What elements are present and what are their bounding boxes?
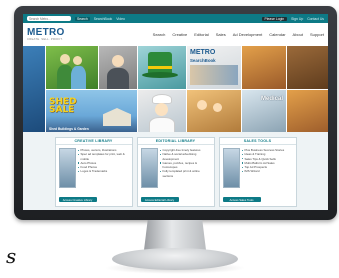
nav-support[interactable]: Support (310, 32, 324, 37)
access-sales-button[interactable]: Access Sales Tools (222, 197, 261, 202)
person-head (197, 100, 207, 110)
searchbook-cover-image (190, 65, 238, 85)
signup-link[interactable]: Sign Up (291, 17, 303, 21)
list-item: Games, puzzles, recipes & horoscopes (159, 161, 211, 170)
list-item: Spec ad templates for print, web & mobil… (77, 152, 129, 161)
sales-thumbnail (222, 148, 240, 188)
nav-ad-development[interactable]: Ad Development (233, 32, 263, 37)
list-item: Native & social advertising development (159, 152, 211, 161)
person-body (149, 117, 175, 133)
feature-list: Photos, vectors, illustrations Spec ad t… (77, 148, 129, 188)
person-head (112, 55, 124, 67)
list-item: IMS Wizard (241, 169, 293, 173)
card-title: CREATIVE LIBRARY (55, 138, 132, 145)
sales-tools-card: SALES TOOLS Plus Business Success Storie… (218, 137, 297, 207)
hero-tile-searchbook[interactable]: METRO SearchBook (187, 46, 241, 89)
hero-tile-shed-sale[interactable]: SHED SALE Shed Buildings & Garden (46, 90, 137, 133)
nav-sales[interactable]: Sales (216, 32, 226, 37)
contact-link[interactable]: Contact Us (307, 17, 324, 21)
feature-list: Copyright-free timely features Native & … (159, 148, 211, 188)
shed-caption: Shed Buildings & Garden (49, 127, 89, 131)
hero-tile-chef[interactable] (138, 90, 186, 133)
hero-tile-dining[interactable] (287, 90, 328, 133)
shed-house-icon (103, 108, 131, 126)
hero-tile-crafts[interactable] (287, 46, 328, 89)
monitor-stand-neck (144, 220, 206, 250)
hat-brim (142, 72, 178, 78)
stray-letter: s (6, 244, 17, 268)
sale-word: SALE (49, 105, 75, 116)
hero-tile-family[interactable] (187, 90, 241, 133)
hat-band (148, 66, 172, 69)
access-creative-button[interactable]: Access Creative Library (58, 197, 97, 202)
utility-bar: Search Metro... Search SearchBook Video … (23, 14, 328, 23)
list-item: Logos & Trademarks (77, 169, 129, 173)
hero-tile-portrait[interactable] (99, 46, 137, 89)
list-item: Fully templated print & online sections (159, 169, 211, 178)
search-button[interactable]: Search (75, 16, 90, 21)
video-link[interactable]: Video (116, 17, 125, 21)
login-button[interactable]: Please Login (261, 16, 288, 21)
editorial-thumbnail (140, 148, 158, 188)
metro-logo[interactable]: METRO CREATE. SELL. PROFIT. (27, 28, 65, 41)
feature-list: Plus Business Success Stories Ideas & Tr… (241, 148, 293, 188)
searchbook-logo: METRO (190, 49, 216, 56)
logo-tagline: CREATE. SELL. PROFIT. (27, 37, 64, 42)
search-input[interactable]: Search Metro... (27, 16, 71, 21)
leprechaun-hat-icon (148, 52, 172, 74)
hero-collage: METRO SearchBook SHED SALE Shed Building… (23, 46, 328, 133)
person-head (73, 56, 82, 65)
person-head (213, 103, 222, 112)
nav-calendar[interactable]: Calendar (269, 32, 285, 37)
creative-library-card: CREATIVE LIBRARY Photos, vectors, illust… (54, 137, 133, 207)
card-title: EDITORIAL LIBRARY (137, 138, 214, 145)
person-head (60, 54, 70, 64)
hero-tile-medical[interactable]: Medical (242, 90, 286, 133)
nav-editorial[interactable]: Editorial (194, 32, 208, 37)
searchbook-link[interactable]: SearchBook (94, 17, 112, 21)
library-section: CREATIVE LIBRARY Photos, vectors, illust… (23, 132, 328, 210)
editorial-library-card: EDITORIAL LIBRARY Copyright-free timely … (136, 137, 215, 207)
hero-tile-food[interactable] (242, 46, 286, 89)
main-nav: Search Creative Editorial Sales Ad Devel… (153, 32, 324, 37)
website-screen: Search Metro... Search SearchBook Video … (23, 14, 328, 210)
shed-sale-headline: SHED SALE (49, 98, 77, 116)
creative-thumbnail (58, 148, 76, 188)
monitor-bezel: Search Metro... Search SearchBook Video … (14, 6, 337, 220)
monitor-stand-base (112, 248, 238, 270)
searchbook-label: SearchBook (190, 58, 216, 63)
card-title: SALES TOOLS (219, 138, 296, 145)
nav-search[interactable]: Search (153, 32, 166, 37)
access-editorial-button[interactable]: Access Editorial Library (140, 197, 179, 202)
nav-creative[interactable]: Creative (172, 32, 187, 37)
person-body (71, 66, 86, 89)
hero-tile-hat[interactable] (138, 46, 186, 89)
medical-title: Medical (260, 96, 283, 102)
hero-tile-couple[interactable] (46, 46, 98, 89)
person-head (155, 103, 168, 116)
person-body (107, 68, 129, 89)
nav-about[interactable]: About (293, 32, 303, 37)
site-header: METRO CREATE. SELL. PROFIT. Search Creat… (23, 23, 328, 46)
hero-tile-stripes[interactable] (23, 46, 45, 133)
